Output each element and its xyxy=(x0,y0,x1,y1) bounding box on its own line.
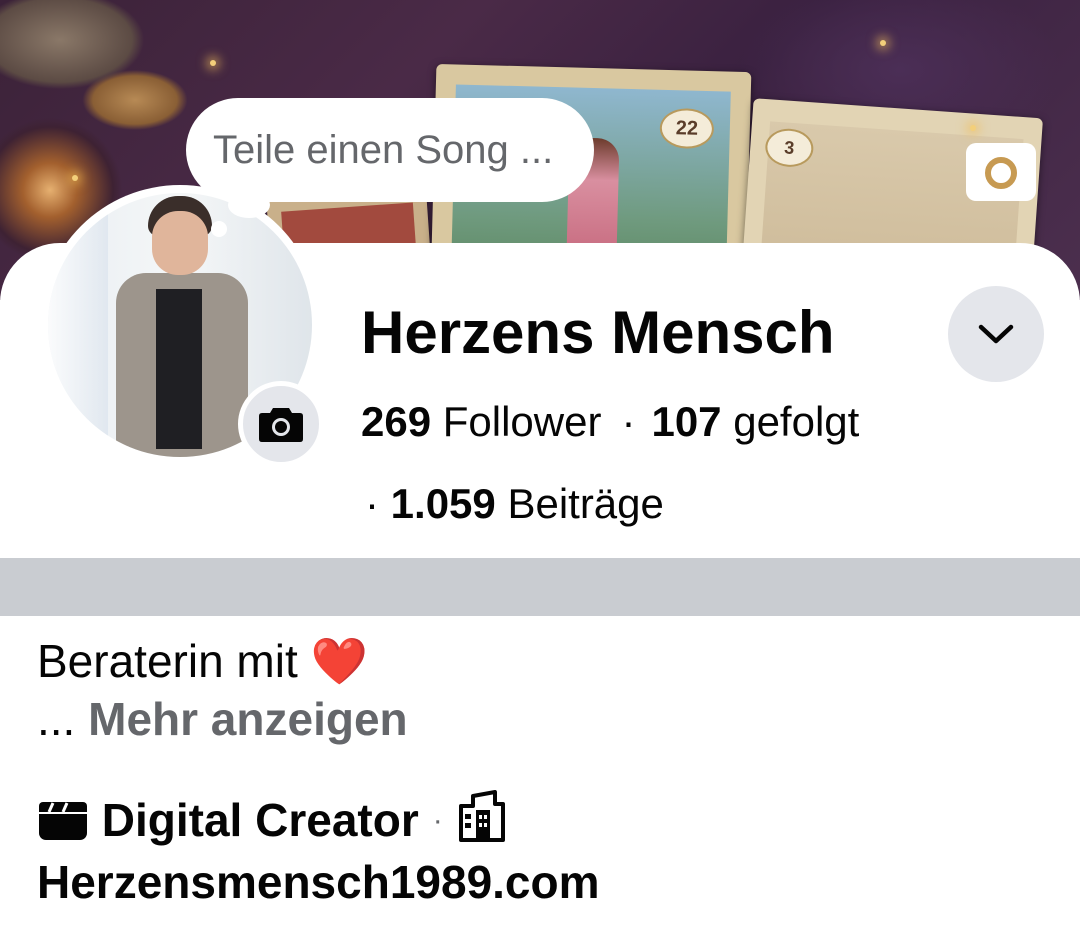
profile-details: Digital Creator · Herzensmensch1989.com xyxy=(37,790,1047,910)
edit-avatar-button[interactable] xyxy=(238,381,324,467)
posts-label: Beiträge xyxy=(507,480,664,527)
heart-emoji: ❤️ xyxy=(310,635,368,687)
website-link[interactable]: Herzensmensch1989.com xyxy=(37,856,600,908)
followers-label: Follower xyxy=(442,398,602,445)
camera-icon xyxy=(259,408,303,442)
building-icon xyxy=(457,790,507,854)
following-link[interactable]: 107 gefolgt xyxy=(651,398,859,445)
song-prompt-bubble[interactable]: Teile einen Song ... xyxy=(186,98,594,202)
camera-icon xyxy=(985,157,1017,189)
followers-count: 269 xyxy=(361,398,432,445)
stats-separator: · xyxy=(365,480,379,527)
clapperboard-icon xyxy=(37,798,89,854)
sparkle xyxy=(970,125,976,131)
following-label: gefolgt xyxy=(733,398,860,445)
chevron-down-icon xyxy=(978,324,1014,344)
stats-separator: · xyxy=(621,398,636,445)
posts-count: 1.059 xyxy=(390,480,496,527)
section-divider xyxy=(0,558,1080,616)
following-count: 107 xyxy=(651,398,722,445)
details-separator: · xyxy=(432,804,443,837)
bio-section: Beraterin mit ❤️ ... Mehr anzeigen xyxy=(37,632,408,748)
song-prompt-text: Teile einen Song ... xyxy=(213,127,554,172)
bubble-tail xyxy=(228,192,270,218)
profile-name: Herzens Mensch xyxy=(361,299,835,366)
followers-link[interactable]: 269 Follower xyxy=(361,398,601,445)
edit-cover-button[interactable] xyxy=(966,143,1036,201)
show-more-link[interactable]: Mehr anzeigen xyxy=(88,693,408,745)
sparkle xyxy=(880,40,886,46)
profile-menu-dropdown[interactable] xyxy=(948,286,1044,382)
sparkle xyxy=(72,175,78,181)
bio-text: Beraterin mit xyxy=(37,635,298,687)
profile-stats: 269 Follower · 107 gefolgt xyxy=(361,398,859,446)
sparkle xyxy=(210,60,216,66)
category-label: Digital Creator xyxy=(101,794,419,846)
bubble-tail xyxy=(211,221,227,237)
profile-stats-posts: · 1.059 Beiträge xyxy=(365,480,664,528)
bio-ellipsis: ... xyxy=(37,693,76,745)
